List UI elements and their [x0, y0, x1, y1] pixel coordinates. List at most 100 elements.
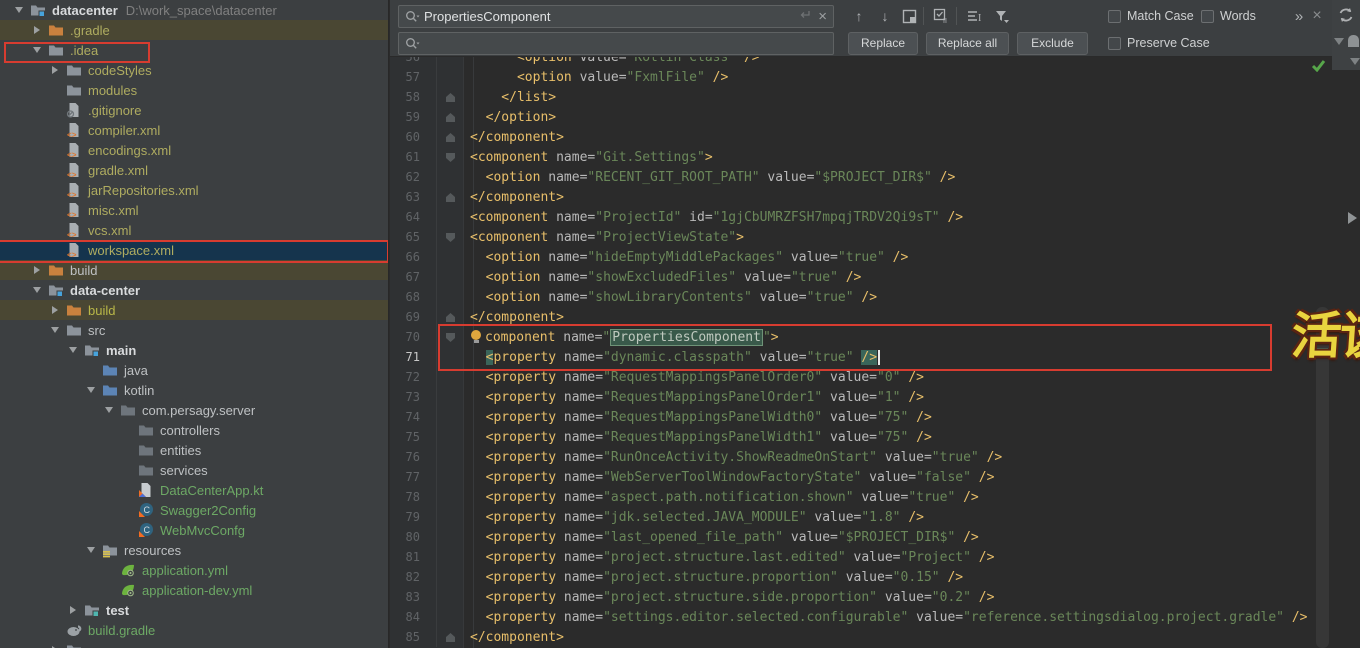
match-case-checkbox[interactable]: Match Case: [1108, 9, 1194, 23]
code-line-57[interactable]: 57 <option value="FxmlFile" />: [390, 67, 1334, 87]
code-line-73[interactable]: 73 <property name="RequestMappingsPanelO…: [390, 387, 1334, 407]
open-in-find-window-icon[interactable]: [898, 5, 920, 27]
code-line-82[interactable]: 82 <property name="project.structure.pro…: [390, 567, 1334, 587]
code-line-68[interactable]: 68 <option name="showLibraryContents" va…: [390, 287, 1334, 307]
chevron-right-icon[interactable]: [44, 306, 66, 314]
tree-item-vcs.xml[interactable]: <>vcs.xml: [0, 220, 389, 240]
code-line-74[interactable]: 74 <property name="RequestMappingsPanelW…: [390, 407, 1334, 427]
inspections-ok-icon[interactable]: [1311, 59, 1326, 77]
chevron-right-icon[interactable]: [44, 66, 66, 74]
code-line-71[interactable]: 71 <property name="dynamic.classpath" va…: [390, 347, 1334, 367]
fold-marker-icon[interactable]: [436, 87, 464, 107]
tree-item-kotlin[interactable]: kotlin: [0, 380, 389, 400]
fold-marker-icon[interactable]: [436, 187, 464, 207]
tree-item-services[interactable]: services: [0, 460, 389, 480]
clear-search-icon[interactable]: ×: [818, 8, 827, 25]
dropdown-triangle-icon[interactable]: [1350, 58, 1360, 65]
fold-marker-icon[interactable]: [436, 627, 464, 647]
tree-item-entities[interactable]: entities: [0, 440, 389, 460]
code-line-69[interactable]: 69</component>: [390, 307, 1334, 327]
close-find-bar-icon[interactable]: ×: [1306, 5, 1328, 27]
dropdown-triangle-icon[interactable]: [1334, 38, 1344, 45]
code-line-60[interactable]: 60</component>: [390, 127, 1334, 147]
tree-item-build[interactable]: build: [0, 300, 389, 320]
tree-item-codeStyles[interactable]: codeStyles: [0, 60, 389, 80]
tree-item-Swagger2Config[interactable]: CSwagger2Config: [0, 500, 389, 520]
code-line-64[interactable]: 64<component name="ProjectId" id="1gjCbU…: [390, 207, 1334, 227]
tree-item-modules[interactable]: modules: [0, 80, 389, 100]
select-all-occurrences-icon[interactable]: II: [930, 5, 952, 27]
code-line-59[interactable]: 59 </option>: [390, 107, 1334, 127]
tree-item-compiler.xml[interactable]: <>compiler.xml: [0, 120, 389, 140]
code-line-72[interactable]: 72 <property name="RequestMappingsPanelO…: [390, 367, 1334, 387]
tree-item-jarRepositories.xml[interactable]: <>jarRepositories.xml: [0, 180, 389, 200]
code-line-76[interactable]: 76 <property name="RunOnceActivity.ShowR…: [390, 447, 1334, 467]
code-line-77[interactable]: 77 <property name="WebServerToolWindowFa…: [390, 467, 1334, 487]
fold-marker-icon[interactable]: [436, 127, 464, 147]
tree-item-application-dev.yml[interactable]: application-dev.yml: [0, 580, 389, 600]
code-line-84[interactable]: 84 <property name="settings.editor.selec…: [390, 607, 1334, 627]
fold-marker-icon[interactable]: [436, 147, 464, 167]
expand-right-icon[interactable]: [1348, 212, 1357, 224]
replace-input[interactable]: [424, 36, 833, 51]
code-line-65[interactable]: 65<component name="ProjectViewState">: [390, 227, 1334, 247]
code-line-83[interactable]: 83 <property name="project.structure.sid…: [390, 587, 1334, 607]
tree-item-main[interactable]: main: [0, 340, 389, 360]
tree-item-com.persagy.server[interactable]: com.persagy.server: [0, 400, 389, 420]
chevron-down-icon[interactable]: [8, 7, 30, 13]
chevron-down-icon[interactable]: [44, 327, 66, 333]
previous-occurrence-icon[interactable]: ↑: [848, 5, 870, 27]
chevron-right-icon[interactable]: [62, 606, 84, 614]
code-line-79[interactable]: 79 <property name="jdk.selected.JAVA_MOD…: [390, 507, 1334, 527]
code-line-85[interactable]: 85</component>: [390, 627, 1334, 647]
chevron-down-icon[interactable]: [62, 347, 84, 353]
chevron-down-icon[interactable]: [80, 547, 102, 553]
tree-item-build.gradle[interactable]: build.gradle: [0, 620, 389, 640]
match-case-box[interactable]: [1108, 10, 1121, 23]
tree-item-build[interactable]: build: [0, 260, 389, 280]
code-line-67[interactable]: 67 <option name="showExcludedFiles" valu…: [390, 267, 1334, 287]
tree-item-.gradle[interactable]: .gradle: [0, 20, 389, 40]
replace-field[interactable]: [398, 32, 834, 55]
code-line-66[interactable]: 66 <option name="hideEmptyMiddlePackages…: [390, 247, 1334, 267]
tree-item-resources[interactable]: resources: [0, 540, 389, 560]
tree-item-src[interactable]: src: [0, 320, 389, 340]
tree-item-.gitignore[interactable]: .gitignore: [0, 100, 389, 120]
tree-item-controllers[interactable]: controllers: [0, 420, 389, 440]
tree-item-gradle.xml[interactable]: <>gradle.xml: [0, 160, 389, 180]
preserve-case-box[interactable]: [1108, 37, 1121, 50]
chevron-down-icon[interactable]: [26, 47, 48, 53]
code-line-61[interactable]: 61<component name="Git.Settings">: [390, 147, 1334, 167]
code-area[interactable]: 56 <option value="Kotlin Class" />57 <op…: [390, 47, 1334, 647]
chevron-down-icon[interactable]: [80, 387, 102, 393]
search-field[interactable]: ×: [398, 5, 834, 28]
tree-item-workspace.xml[interactable]: <>workspace.xml: [0, 240, 389, 260]
search-input[interactable]: [424, 9, 798, 24]
code-line-81[interactable]: 81 <property name="project.structure.las…: [390, 547, 1334, 567]
newline-icon[interactable]: [798, 9, 812, 24]
fold-marker-icon[interactable]: [436, 327, 464, 347]
code-line-62[interactable]: 62 <option name="RECENT_GIT_ROOT_PATH" v…: [390, 167, 1334, 187]
tree-item-test[interactable]: test: [0, 600, 389, 620]
code-line-70[interactable]: 70component name="PropertiesComponent">: [390, 327, 1334, 347]
chevron-right-icon[interactable]: [26, 26, 48, 34]
tree-item-WebMvcConfg[interactable]: CWebMvcConfg: [0, 520, 389, 540]
tree-item-DataCenterApp.kt[interactable]: DataCenterApp.kt: [0, 480, 389, 500]
tree-item-.idea[interactable]: .idea: [0, 40, 389, 60]
editor-panel[interactable]: 56 <option value="Kotlin Class" />57 <op…: [390, 0, 1360, 648]
code-line-80[interactable]: 80 <property name="last_opened_file_path…: [390, 527, 1334, 547]
tree-item-datacenter[interactable]: datacenterD:\work_space\datacenter: [0, 0, 389, 20]
fold-marker-icon[interactable]: [436, 307, 464, 327]
tree-item-encodings.xml[interactable]: <>encodings.xml: [0, 140, 389, 160]
replace-all-button[interactable]: Replace all: [926, 32, 1009, 55]
tree-item-data-center[interactable]: data-center: [0, 280, 389, 300]
tree-item-partial[interactable]: [0, 640, 389, 648]
code-line-58[interactable]: 58 </list>: [390, 87, 1334, 107]
code-line-63[interactable]: 63</component>: [390, 187, 1334, 207]
preserve-case-checkbox[interactable]: Preserve Case: [1108, 36, 1210, 50]
tree-item-application.yml[interactable]: application.yml: [0, 560, 389, 580]
tree-item-java[interactable]: java: [0, 360, 389, 380]
fold-marker-icon[interactable]: [436, 107, 464, 127]
chevron-down-icon[interactable]: [98, 407, 120, 413]
search-in-selection-icon[interactable]: I: [964, 5, 986, 27]
